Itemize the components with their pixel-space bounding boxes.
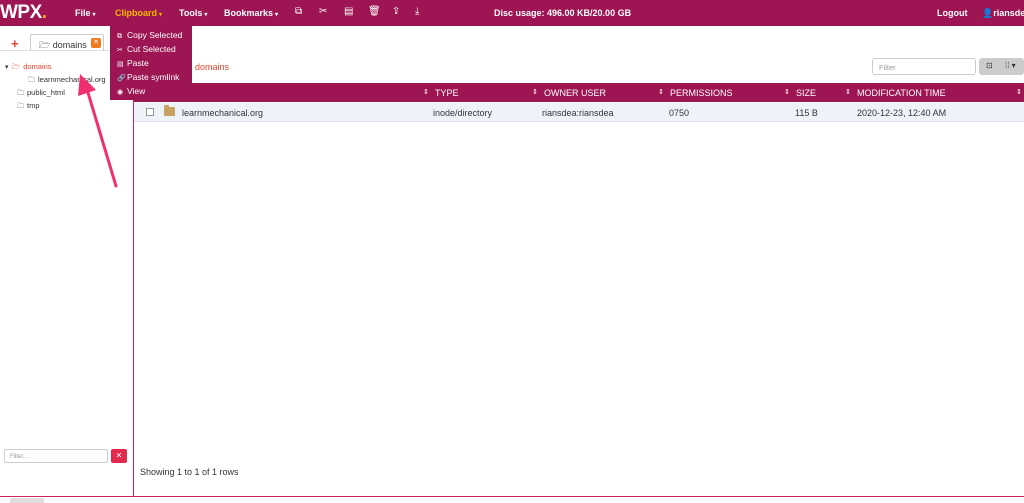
- sort-icon[interactable]: ⇕: [532, 88, 538, 96]
- cell-mtime: 2020-12-23, 12:40 AM: [857, 108, 947, 118]
- grid-view-icon[interactable]: ⁞⁞ ▾: [1005, 61, 1016, 70]
- menu-file[interactable]: File ▾: [75, 8, 96, 18]
- divider: [0, 496, 1024, 497]
- sort-icon[interactable]: ⇕: [423, 88, 429, 96]
- sort-icon[interactable]: ⇕: [658, 88, 664, 96]
- cut-icon[interactable]: ✂: [319, 6, 327, 17]
- copy-icon[interactable]: ⧉: [295, 6, 302, 17]
- menu-item-copy-selected[interactable]: ⧉ Copy Selected: [110, 28, 192, 42]
- user-icon: 👤: [982, 8, 994, 18]
- tree-item-public-html[interactable]: 🗀 public_html: [17, 88, 65, 100]
- folder-icon: [164, 105, 175, 116]
- column-modification-time[interactable]: MODIFICATION TIME: [857, 88, 946, 98]
- menu-bookmarks[interactable]: Bookmarks ▾: [224, 8, 278, 18]
- logout-link[interactable]: Logout: [937, 8, 968, 18]
- sort-icon[interactable]: ⇕: [845, 88, 851, 96]
- bottom-tab[interactable]: [10, 498, 44, 503]
- folder-icon: 🗀: [17, 90, 24, 97]
- main-filter-input[interactable]: Filter: [872, 58, 976, 75]
- disc-usage: Disc usage: 496.00 KB/20.00 GB: [494, 8, 632, 18]
- upload-icon[interactable]: ⇪: [392, 6, 400, 17]
- user-menu[interactable]: 👤riansdea: [982, 8, 1024, 19]
- row-checkbox[interactable]: [146, 108, 154, 116]
- close-tab-icon[interactable]: ✕: [91, 38, 101, 48]
- cell-name[interactable]: learnmechanical.org: [182, 108, 263, 118]
- paste-icon[interactable]: ▤: [344, 6, 353, 17]
- table-row[interactable]: learnmechanical.org inode/directory rian…: [134, 103, 1024, 122]
- eye-icon: ◉: [117, 89, 124, 96]
- folder-open-icon: 🗁: [39, 40, 51, 50]
- cell-size: 115 B: [795, 108, 818, 118]
- tab-domains[interactable]: 🗁 domains ✕: [30, 34, 104, 51]
- sidebar-filter-input[interactable]: Filter...: [4, 449, 108, 463]
- column-type[interactable]: TYPE: [435, 88, 459, 98]
- column-permissions[interactable]: PERMISSIONS: [670, 88, 733, 98]
- folder-open-icon: 🗁: [11, 64, 21, 71]
- sort-icon[interactable]: ⇕: [784, 88, 790, 96]
- column-size[interactable]: SIZE: [796, 88, 816, 98]
- caret-down-icon[interactable]: ▾: [5, 64, 9, 71]
- sort-icon[interactable]: ⇕: [1016, 88, 1022, 96]
- wpx-logo[interactable]: WPX.: [0, 2, 47, 24]
- cell-type: inode/directory: [433, 108, 493, 118]
- tree-item-domains[interactable]: ▾ 🗁 domains: [5, 62, 52, 74]
- cell-owner: riansdea:riansdea: [542, 108, 614, 118]
- menu-clipboard[interactable]: Clipboard ▾: [115, 8, 162, 18]
- menu-item-paste[interactable]: ▤ Paste: [110, 56, 192, 70]
- menu-item-view[interactable]: ◉ View: [110, 84, 192, 98]
- tree-item-tmp[interactable]: 🗀 tmp: [17, 101, 40, 113]
- column-owner-user[interactable]: OWNER USER: [544, 88, 606, 98]
- add-tab-button[interactable]: +: [11, 36, 19, 51]
- tree-item-learnmechanical[interactable]: 🗀 learnmechanical.org: [28, 75, 106, 87]
- clipboard-dropdown: ⧉ Copy Selected ✂ Cut Selected ▤ Paste 🔗Pas…: [110, 26, 192, 100]
- menu-item-paste-symlink[interactable]: 🔗Paste symlink: [110, 70, 192, 84]
- cell-permissions: 0750: [669, 108, 690, 118]
- breadcrumb[interactable]: domains: [195, 62, 229, 72]
- table-header: ⇕ TYPE ⇕ OWNER USER ⇕ PERMISSIONS ⇕ SIZE…: [134, 83, 1024, 102]
- menu-item-cut-selected[interactable]: ✂ Cut Selected: [110, 42, 192, 56]
- trash-icon[interactable]: 🗑: [368, 6, 381, 17]
- folder-icon: 🗀: [28, 77, 35, 84]
- view-toggle-group: ⊡ ⁞⁞ ▾: [979, 58, 1024, 75]
- download-icon[interactable]: ⤓: [415, 6, 419, 17]
- clear-filter-button[interactable]: ✕: [111, 449, 127, 463]
- menu-tools[interactable]: Tools ▾: [179, 8, 207, 18]
- pagination-info: Showing 1 to 1 of 1 rows: [140, 467, 239, 477]
- folder-icon: 🗀: [17, 103, 24, 110]
- top-navbar: WPX. File ▾ Clipboard ▾ Tools ▾ Bookmarks ▾ …: [0, 0, 1024, 26]
- refresh-icon[interactable]: ⊡: [986, 61, 993, 70]
